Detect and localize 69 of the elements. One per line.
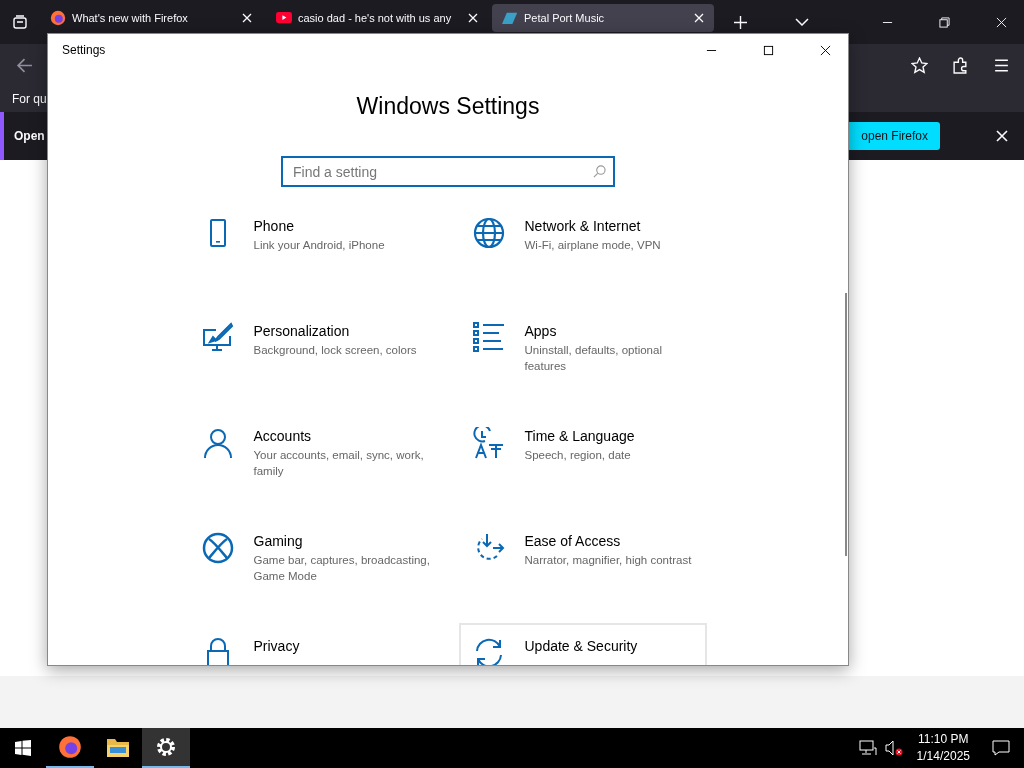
clock-time: 11:10 PM [918, 731, 969, 748]
restore-icon[interactable] [939, 16, 950, 28]
settings-category[interactable]: Accounts Your accounts, email, sync, work, family [187, 413, 436, 508]
settings-category[interactable]: Phone Link your Android, iPhone [187, 203, 436, 298]
category-description: Uninstall, defaults, optional features [524, 343, 663, 374]
category-name: Gaming [253, 532, 304, 551]
monitor-brush-icon [201, 322, 234, 354]
tab-title: What's new with Firefox [72, 12, 189, 24]
browser-tab[interactable]: casio dad - he's not with us any [266, 4, 488, 32]
category-description: Narrator, magnifier, high contrast [524, 553, 692, 568]
category-name: Phone [253, 217, 295, 236]
settings-category[interactable]: Time & Language Speech, region, date [458, 413, 707, 508]
clock-date: 1/14/2025 [916, 748, 970, 765]
site-icon [502, 10, 518, 26]
settings-category[interactable]: Gaming Game bar, captures, broadcasting, Game Mode [187, 518, 436, 613]
gear-icon [154, 735, 178, 759]
settings-category[interactable]: Network & Internet Wi-Fi, airplane mode, VPN [458, 203, 707, 298]
scrollbar-thumb[interactable] [845, 293, 847, 556]
category-description: Game bar, captures, broadcasting, Game Mode [253, 553, 431, 584]
info-text: For qu [12, 92, 47, 106]
window-title: Settings [62, 43, 106, 57]
firefox-icon [58, 735, 82, 759]
close-icon[interactable] [820, 44, 831, 56]
settings-category[interactable]: Ease of Access Narrator, magnifier, high contrast [458, 518, 707, 613]
firefox-icon [50, 10, 66, 26]
network-icon[interactable] [858, 740, 877, 756]
video-icon [276, 10, 292, 26]
category-description: Background, lock screen, colors [253, 343, 417, 358]
back-arrow-icon[interactable] [16, 56, 33, 74]
new-tab-icon[interactable] [734, 15, 747, 29]
category-description: Your accounts, email, sync, work, family [253, 448, 425, 479]
clock-language-icon [472, 427, 505, 459]
category-name: Update & Security [524, 637, 638, 656]
maximize-icon[interactable] [763, 44, 774, 56]
person-icon [201, 427, 234, 459]
category-name: Ease of Access [524, 532, 622, 551]
browser-tab[interactable]: Petal Port Music [492, 4, 714, 32]
category-name: Accounts [253, 427, 313, 446]
menu-icon[interactable] [993, 56, 1010, 74]
browser-tab[interactable]: What's new with Firefox [40, 4, 262, 32]
search-icon [593, 165, 606, 178]
category-name: Apps [524, 322, 558, 341]
category-description: Link your Android, iPhone [253, 238, 385, 253]
category-description: Speech, region, date [524, 448, 632, 463]
settings-category[interactable]: Update & Security [458, 623, 707, 665]
tab-title: casio dad - he's not with us any [298, 12, 453, 24]
chevron-down-icon[interactable] [795, 18, 809, 26]
settings-category[interactable]: Personalization Background, lock screen, colors [187, 308, 436, 403]
category-name: Privacy [253, 637, 300, 656]
page-heading: Windows Settings [356, 93, 540, 121]
star-icon[interactable] [911, 56, 928, 74]
category-name: Network & Internet [524, 217, 642, 236]
search-field[interactable]: Find a setting [281, 156, 615, 187]
notifications-icon[interactable] [992, 740, 1010, 756]
category-name: Personalization [253, 322, 351, 341]
xbox-icon [201, 532, 234, 564]
notification-text: Open [14, 129, 45, 143]
settings-category[interactable]: Privacy [187, 623, 436, 665]
list-icon [472, 322, 505, 354]
volume-muted-icon[interactable] [884, 740, 903, 756]
category-description: Wi-Fi, airplane mode, VPN [524, 238, 661, 253]
globe-icon [472, 217, 505, 249]
taskbar-app[interactable] [142, 728, 190, 768]
extensions-icon[interactable] [952, 56, 969, 74]
tab-title: Petal Port Music [524, 12, 606, 24]
tab-list-icon[interactable] [12, 14, 28, 30]
clock[interactable]: 11:10 PM 1/14/2025 [916, 728, 970, 768]
settings-category[interactable]: Apps Uninstall, defaults, optional features [458, 308, 707, 403]
category-name: Time & Language [524, 427, 635, 446]
